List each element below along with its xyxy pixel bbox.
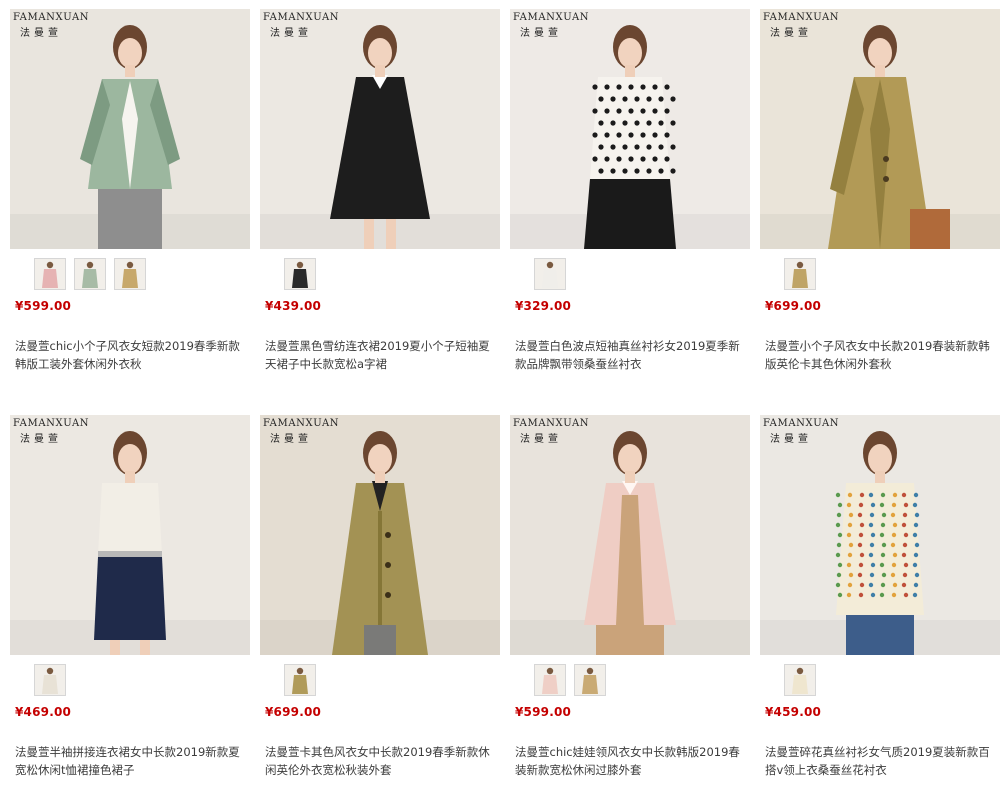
product-card[interactable]: FAMANXUAN 法曼萱 ¥469.00 法曼萱半袖拼接连衣裙女中长款2019新款夏… <box>10 415 250 777</box>
color-thumbnail[interactable] <box>784 664 816 696</box>
brand-logo-en: FAMANXUAN <box>263 418 340 429</box>
color-thumbnails: ¥329.00 法曼萱白色波点短袖真丝衬衫女2019夏季新款品牌飘带领桑蚕丝衬衣 <box>510 249 750 371</box>
product-card[interactable]: FAMANXUAN 法曼萱 ¥329.00 法曼萱白色波点短袖真丝衬衫女2019夏季新… <box>510 9 750 371</box>
product-price: ¥599.00 <box>15 299 72 313</box>
product-title-link[interactable]: 法曼萱chic娃娃领风衣女中长款韩版2019春装新款宽松休闲过膝外套 <box>515 743 747 779</box>
color-thumbnails: ¥459.00 法曼萱碎花真丝衬衫女气质2019夏装新款百搭v领上衣桑蚕丝花衬衣 <box>760 655 1000 777</box>
product-photo-art <box>760 415 1000 655</box>
product-photo-art <box>760 9 1000 249</box>
brand-logo-cn: 法曼萱 <box>270 28 312 39</box>
brand-logo-cn: 法曼萱 <box>520 434 562 445</box>
color-thumbnail[interactable] <box>114 258 146 290</box>
color-thumbnails: ¥469.00 法曼萱半袖拼接连衣裙女中长款2019新款夏宽松休闲t恤裙撞色裙子 <box>10 655 250 777</box>
product-price: ¥459.00 <box>765 705 822 719</box>
product-title-link[interactable]: 法曼萱卡其色风衣女中长款2019春季新款休闲英伦外衣宽松秋装外套 <box>265 743 497 779</box>
color-thumbnail[interactable] <box>284 258 316 290</box>
product-title-link[interactable]: 法曼萱碎花真丝衬衫女气质2019夏装新款百搭v领上衣桑蚕丝花衬衣 <box>765 743 997 779</box>
color-thumbnails: ¥599.00 法曼萱chic小个子风衣女短款2019春季新款韩版工装外套休闲外衣… <box>10 249 250 371</box>
product-image[interactable]: FAMANXUAN 法曼萱 <box>510 415 750 655</box>
product-image[interactable]: FAMANXUAN 法曼萱 <box>260 9 500 249</box>
brand-logo-cn: 法曼萱 <box>770 28 812 39</box>
product-price: ¥439.00 <box>265 299 322 313</box>
product-price: ¥699.00 <box>265 705 322 719</box>
product-photo-art <box>260 9 500 249</box>
product-price: ¥599.00 <box>515 705 572 719</box>
color-thumbnail[interactable] <box>284 664 316 696</box>
color-thumbnail[interactable] <box>34 664 66 696</box>
brand-logo-cn: 法曼萱 <box>520 28 562 39</box>
color-thumbnails: ¥699.00 法曼萱卡其色风衣女中长款2019春季新款休闲英伦外衣宽松秋装外套 <box>260 655 500 777</box>
color-thumbnail[interactable] <box>784 258 816 290</box>
product-title-link[interactable]: 法曼萱半袖拼接连衣裙女中长款2019新款夏宽松休闲t恤裙撞色裙子 <box>15 743 247 779</box>
product-card[interactable]: FAMANXUAN 法曼萱 ¥599.00 法曼萱chic娃娃领风衣女中长款韩版201… <box>510 415 750 777</box>
brand-logo-cn: 法曼萱 <box>20 28 62 39</box>
color-thumbnail[interactable] <box>534 258 566 290</box>
product-image[interactable]: FAMANXUAN 法曼萱 <box>510 9 750 249</box>
brand-logo-en: FAMANXUAN <box>763 418 840 429</box>
brand-logo-cn: 法曼萱 <box>270 434 312 445</box>
color-thumbnails: ¥699.00 法曼萱小个子风衣女中长款2019春装新款韩版英伦卡其色休闲外套秋 <box>760 249 1000 371</box>
brand-logo-en: FAMANXUAN <box>263 12 340 23</box>
brand-logo-en: FAMANXUAN <box>13 12 90 23</box>
brand-logo-en: FAMANXUAN <box>763 12 840 23</box>
product-image[interactable]: FAMANXUAN 法曼萱 <box>760 415 1000 655</box>
product-card[interactable]: FAMANXUAN 法曼萱 ¥459.00 法曼萱碎花真丝衬衫女气质2019夏装新款百… <box>760 415 1000 777</box>
product-image[interactable]: FAMANXUAN 法曼萱 <box>260 415 500 655</box>
color-thumbnail[interactable] <box>34 258 66 290</box>
brand-logo-en: FAMANXUAN <box>513 12 590 23</box>
product-title-link[interactable]: 法曼萱小个子风衣女中长款2019春装新款韩版英伦卡其色休闲外套秋 <box>765 337 997 373</box>
product-title-link[interactable]: 法曼萱白色波点短袖真丝衬衫女2019夏季新款品牌飘带领桑蚕丝衬衣 <box>515 337 747 373</box>
product-photo-art <box>510 415 750 655</box>
color-thumbnail[interactable] <box>574 664 606 696</box>
brand-logo-cn: 法曼萱 <box>770 434 812 445</box>
product-image[interactable]: FAMANXUAN 法曼萱 <box>10 415 250 655</box>
product-card[interactable]: FAMANXUAN 法曼萱 ¥699.00 法曼萱小个子风衣女中长款2019春装新款韩… <box>760 9 1000 371</box>
color-thumbnail[interactable] <box>534 664 566 696</box>
product-card[interactable]: FAMANXUAN 法曼萱 ¥699.00 法曼萱卡其色风衣女中长款2019春季新款休… <box>260 415 500 777</box>
product-photo-art <box>10 9 250 249</box>
product-photo-art <box>10 415 250 655</box>
product-price: ¥469.00 <box>15 705 72 719</box>
brand-logo-cn: 法曼萱 <box>20 434 62 445</box>
product-image[interactable]: FAMANXUAN 法曼萱 <box>760 9 1000 249</box>
product-card[interactable]: FAMANXUAN 法曼萱 ¥599.00 法曼萱chic小个子风衣女短款2019春季… <box>10 9 250 371</box>
product-price: ¥329.00 <box>515 299 572 313</box>
product-photo-art <box>260 415 500 655</box>
product-photo-art <box>510 9 750 249</box>
brand-logo-en: FAMANXUAN <box>13 418 90 429</box>
color-thumbnail[interactable] <box>74 258 106 290</box>
product-title-link[interactable]: 法曼萱黑色雪纺连衣裙2019夏小个子短袖夏天裙子中长款宽松a字裙 <box>265 337 497 373</box>
product-title-link[interactable]: 法曼萱chic小个子风衣女短款2019春季新款韩版工装外套休闲外衣秋 <box>15 337 247 373</box>
product-grid: FAMANXUAN 法曼萱 ¥599.00 法曼萱chic小个子风衣女短款2019春季… <box>0 0 1006 801</box>
product-price: ¥699.00 <box>765 299 822 313</box>
product-image[interactable]: FAMANXUAN 法曼萱 <box>10 9 250 249</box>
color-thumbnails: ¥439.00 法曼萱黑色雪纺连衣裙2019夏小个子短袖夏天裙子中长款宽松a字裙 <box>260 249 500 371</box>
brand-logo-en: FAMANXUAN <box>513 418 590 429</box>
product-card[interactable]: FAMANXUAN 法曼萱 ¥439.00 法曼萱黑色雪纺连衣裙2019夏小个子短袖夏… <box>260 9 500 371</box>
color-thumbnails: ¥599.00 法曼萱chic娃娃领风衣女中长款韩版2019春装新款宽松休闲过膝外… <box>510 655 750 777</box>
